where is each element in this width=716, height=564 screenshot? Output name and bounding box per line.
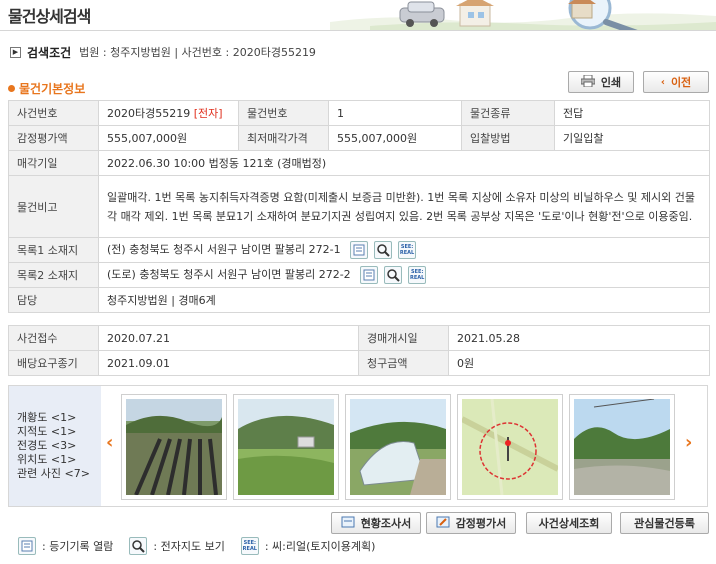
legend-map: : 전자지도 보기 [153, 540, 225, 553]
appraisal-report-button[interactable]: 감정평가서 [426, 512, 516, 534]
item-no: 1 [328, 100, 462, 126]
location2-cell: (도로) 충청북도 청주시 서원구 남이면 팔봉리 272-2 SEE: REA… [98, 262, 710, 288]
table-row: 목록1 소재지 (전) 충청북도 청주시 서원구 남이면 팔봉리 272-1 S… [8, 237, 710, 263]
search-condition-title: 검색조건 [27, 45, 72, 60]
search-condition-text: 법원 : 청주지방법원 | 사건번호 : 2020타경55219 [79, 46, 316, 59]
case-no-cell: 2020타경55219 [전자] [98, 100, 239, 126]
table-row: 감정평가액 555,007,000원 최저매각가격 555,007,000원 입… [8, 125, 710, 151]
appraisal-value: 555,007,000원 [98, 125, 239, 151]
print-button[interactable]: 인쇄 [568, 71, 634, 93]
photo-thumbnail[interactable] [121, 394, 227, 500]
bullet-icon [8, 85, 15, 92]
section-title: 물건기본정보 [19, 82, 86, 96]
legend-registry: : 등기기록 열람 [42, 540, 114, 553]
table-row: 물건비고 일괄매각. 1번 목록 농지취득자격증명 요함(미제출시 보증금 미반… [8, 175, 710, 238]
registry-icon[interactable] [360, 266, 379, 284]
appraisal-report-label: 감정평가서 [455, 517, 507, 530]
case-no: 2020타경55219 [107, 107, 191, 120]
printer-icon [580, 74, 596, 90]
photo-category[interactable]: 개황도 <1> [17, 411, 101, 425]
electronic-tag: [전자] [193, 107, 223, 120]
survey-report-label: 현황조사서 [360, 517, 412, 530]
case-detail-button[interactable]: 사건상세조회 [526, 512, 612, 534]
photo-category[interactable]: 전경도 <3> [17, 439, 101, 453]
start-label: 경매개시일 [358, 325, 449, 351]
sale-date-value: 2022.06.30 10:00 법정동 121호 (경매법정) [98, 150, 710, 176]
location2-label: 목록2 소재지 [8, 262, 99, 288]
dividend-value: 2021.09.01 [98, 350, 359, 376]
location1-address: (전) 충청북도 청주시 서원구 남이면 팔봉리 272-1 [107, 243, 341, 256]
photo-categories: 개황도 <1> 지적도 <1> 전경도 <3> 위치도 <1> 관련 사진 <7… [9, 386, 101, 506]
table-row: 목록2 소재지 (도로) 충청북도 청주시 서원구 남이면 팔봉리 272-2 … [8, 262, 710, 288]
bid-method-label: 입찰방법 [461, 125, 555, 151]
appraisal-label: 감정평가액 [8, 125, 99, 151]
page-title: 물건상세검색 [8, 7, 91, 26]
photo-category[interactable]: 위치도 <1> [17, 453, 101, 467]
header-illustration [330, 0, 716, 30]
map-icon[interactable] [374, 241, 393, 259]
dividend-label: 배당요구종기 [8, 350, 99, 376]
dates-table: 사건접수 2020.07.21 경매개시일 2021.05.28 배당요구종기 … [8, 325, 710, 376]
registry-icon [18, 537, 36, 555]
photo-category[interactable]: 지적도 <1> [17, 425, 101, 439]
chevron-left-icon: ‹ [660, 76, 665, 88]
location1-label: 목록1 소재지 [8, 237, 99, 263]
table-row: 담당 청주지방법원 | 경매6계 [8, 287, 710, 313]
section-header: 물건기본정보 [8, 80, 85, 97]
photo-thumbnail[interactable] [569, 394, 675, 500]
search-condition: ▶ 검색조건 법원 : 청주지방법원 | 사건번호 : 2020타경55219 [10, 44, 316, 60]
start-value: 2021.05.28 [448, 325, 710, 351]
photo-thumbnail[interactable] [457, 394, 563, 500]
photo-thumbnail[interactable] [345, 394, 451, 500]
table-row: 배당요구종기 2021.09.01 청구금액 0원 [8, 350, 710, 376]
seereal-icon[interactable]: SEE: REAL [398, 241, 417, 259]
photo-panel: 개황도 <1> 지적도 <1> 전경도 <3> 위치도 <1> 관련 사진 <7… [8, 385, 708, 507]
remark-label: 물건비고 [8, 175, 99, 238]
remark-value: 일괄매각. 1번 목록 농지취득자격증명 요함(미제출시 보증금 미반환). 1… [98, 175, 710, 238]
table-row: 사건번호 2020타경55219 [전자] 물건번호 1 물건종류 전답 [8, 100, 710, 126]
case-no-label: 사건번호 [8, 100, 99, 126]
charge-label: 담당 [8, 287, 99, 313]
survey-report-button[interactable]: 현황조사서 [331, 512, 421, 534]
bid-method-value: 기일입찰 [554, 125, 710, 151]
icon-legend: : 등기기록 열람 : 전자지도 보기 SEE: REAL : 씨:리얼(토지이… [18, 537, 375, 555]
seereal-icon: SEE: REAL [240, 537, 259, 555]
basic-info-table: 사건번호 2020타경55219 [전자] 물건번호 1 물건종류 전답 감정평… [8, 100, 710, 313]
print-label: 인쇄 [600, 76, 622, 89]
chevron-right-icon[interactable]: › [685, 432, 692, 453]
arrow-box-icon: ▶ [10, 46, 21, 58]
min-price-value: 555,007,000원 [328, 125, 462, 151]
back-button[interactable]: ‹ 이전 [643, 71, 709, 93]
received-value: 2020.07.21 [98, 325, 359, 351]
sale-date-label: 매각기일 [8, 150, 99, 176]
chevron-left-icon[interactable]: ‹ [106, 432, 113, 453]
case-detail-label: 사건상세조회 [538, 517, 600, 530]
location1-cell: (전) 충청북도 청주시 서원구 남이면 팔봉리 272-1 SEE: REAL [98, 237, 710, 263]
watchlist-button[interactable]: 관심물건등록 [620, 512, 709, 534]
table-row: 사건접수 2020.07.21 경매개시일 2021.05.28 [8, 325, 710, 351]
item-type: 전답 [554, 100, 710, 126]
photo-category[interactable]: 관련 사진 <7> [17, 467, 101, 481]
item-no-label: 물건번호 [238, 100, 329, 126]
map-icon[interactable] [384, 266, 403, 284]
registry-icon[interactable] [350, 241, 369, 259]
claim-value: 0원 [448, 350, 710, 376]
received-label: 사건접수 [8, 325, 99, 351]
min-price-label: 최저매각가격 [238, 125, 329, 151]
legend-seereal: : 씨:리얼(토지이용계획) [264, 540, 376, 553]
seereal-icon[interactable]: SEE: REAL [408, 266, 427, 284]
document-icon [341, 516, 355, 531]
title-divider [0, 30, 716, 31]
location2-address: (도로) 충청북도 청주시 서원구 남이면 팔봉리 272-2 [107, 268, 351, 281]
claim-label: 청구금액 [358, 350, 449, 376]
item-type-label: 물건종류 [461, 100, 555, 126]
table-row: 매각기일 2022.06.30 10:00 법정동 121호 (경매법정) [8, 150, 710, 176]
charge-value: 청주지방법원 | 경매6계 [98, 287, 710, 313]
back-label: 이전 [670, 76, 692, 89]
photo-thumbnail[interactable] [233, 394, 339, 500]
watchlist-label: 관심물건등록 [634, 517, 695, 530]
top-bar: 물건상세검색 [0, 0, 716, 30]
pencil-doc-icon [436, 516, 450, 531]
map-icon [129, 537, 148, 555]
